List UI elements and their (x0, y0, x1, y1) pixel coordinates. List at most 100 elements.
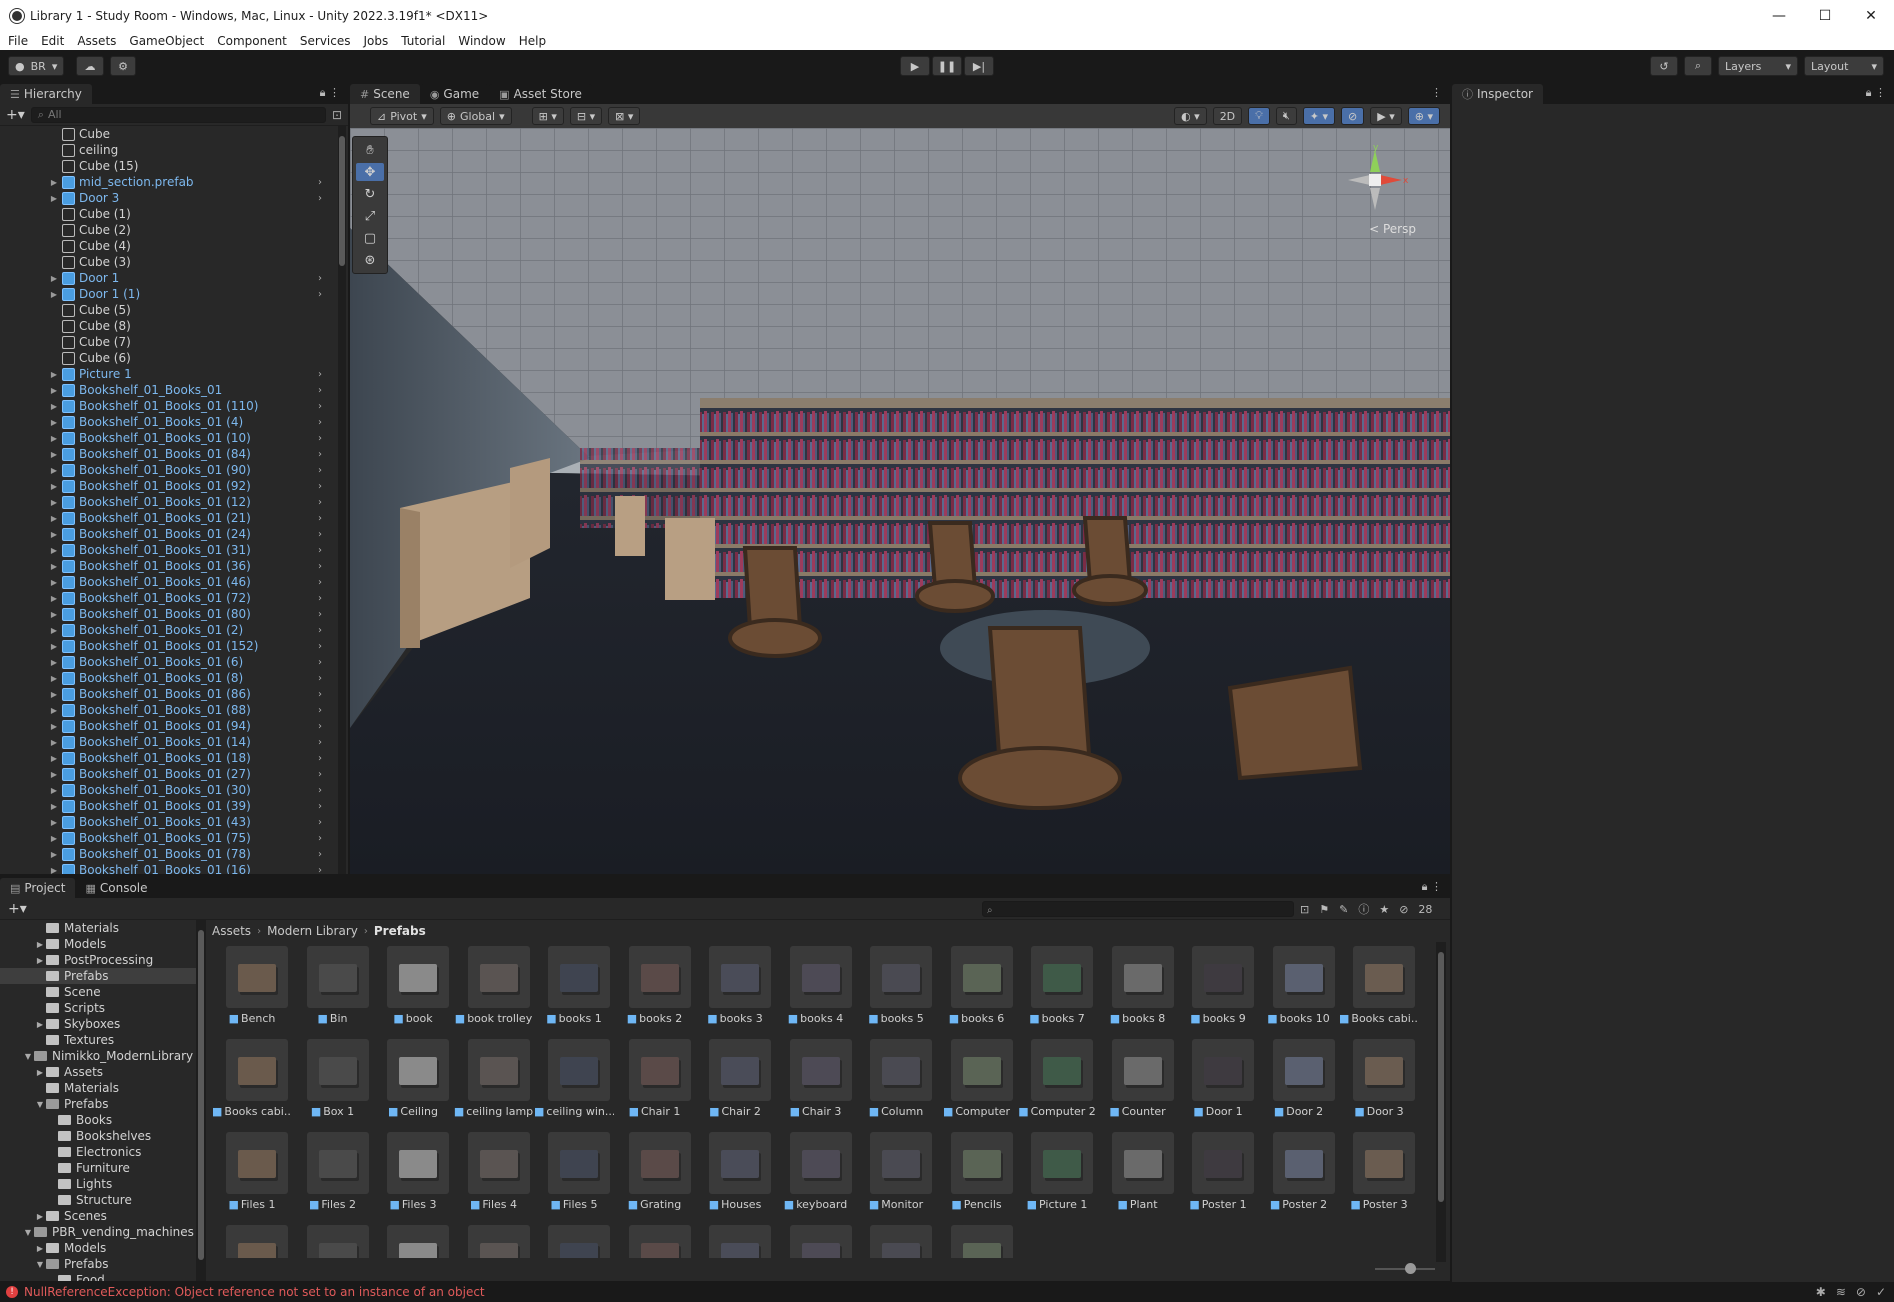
prefab-asset-tile[interactable]: ■ Door 3 (1339, 1039, 1419, 1131)
hierarchy-scroll-thumb[interactable] (339, 136, 345, 266)
tab-game[interactable]: ◉ Game (419, 84, 490, 104)
open-prefab-icon[interactable]: › (318, 545, 322, 556)
hierarchy-item[interactable]: ▶ Bookshelf_01_Books_01 (75) › (0, 830, 334, 846)
tree-scroll-thumb[interactable] (198, 930, 204, 1260)
prefab-asset-tile[interactable]: ■ ceiling lamp (454, 1039, 534, 1131)
folder-tree-item[interactable]: ▼ PBR_vending_machines (0, 1224, 196, 1240)
menu-jobs[interactable]: Jobs (364, 34, 389, 48)
expand-arrow-icon[interactable]: ▼ (34, 1100, 46, 1109)
hierarchy-item[interactable]: ▶ Bookshelf_01_Books_01 (16) › (0, 862, 334, 874)
expand-arrow-icon[interactable]: ▶ (48, 802, 60, 811)
prefab-asset-tile[interactable]: ■ Column (856, 1039, 936, 1131)
open-prefab-icon[interactable]: › (318, 529, 322, 540)
expand-arrow-icon[interactable]: ▶ (48, 658, 60, 667)
scene-visibility-icon[interactable]: ⊡ (332, 108, 342, 122)
layers-dropdown[interactable]: Layers ▾ (1718, 56, 1798, 76)
expand-arrow-icon[interactable]: ▶ (34, 1020, 46, 1029)
expand-arrow-icon[interactable]: ▶ (48, 562, 60, 571)
prefab-asset-tile[interactable]: ■ books 4 (776, 946, 856, 1038)
expand-arrow-icon[interactable]: ▶ (34, 1212, 46, 1221)
gizmos-dropdown[interactable]: ⊕ ▾ (1407, 107, 1440, 125)
prefab-asset-tile[interactable]: ■ Poster 2 (1259, 1132, 1339, 1224)
hierarchy-item[interactable]: ▶ Bookshelf_01_Books_01 (14) › (0, 734, 334, 750)
prefab-asset-tile[interactable]: ■ keyboard (776, 1132, 856, 1224)
expand-arrow-icon[interactable]: ▶ (48, 770, 60, 779)
open-prefab-icon[interactable]: › (318, 465, 322, 476)
folder-tree-item[interactable]: Structure (0, 1192, 196, 1208)
expand-arrow-icon[interactable]: ▶ (48, 290, 60, 299)
folder-tree-item[interactable]: ▶ Assets (0, 1064, 196, 1080)
prefab-asset-tile[interactable] (534, 1225, 614, 1258)
open-prefab-icon[interactable]: › (318, 609, 322, 620)
hierarchy-item[interactable]: Cube (3) (0, 254, 334, 270)
folder-tree-item[interactable]: Books (0, 1112, 196, 1128)
open-prefab-icon[interactable]: › (318, 561, 322, 572)
hierarchy-item[interactable]: ▶ Door 3 › (0, 190, 334, 206)
rotate-tool-icon[interactable]: ↻ (356, 185, 384, 203)
menu-assets[interactable]: Assets (77, 34, 116, 48)
open-prefab-icon[interactable]: › (318, 433, 322, 444)
type-filter-icon[interactable]: ⚑ (1319, 903, 1329, 916)
menu-help[interactable]: Help (519, 34, 546, 48)
cache-icon[interactable]: ⊘ (1856, 1285, 1866, 1299)
expand-arrow-icon[interactable]: ▶ (48, 594, 60, 603)
move-tool-icon[interactable]: ✥ (356, 163, 384, 181)
menu-services[interactable]: Services (300, 34, 351, 48)
menu-component[interactable]: Component (217, 34, 287, 48)
prefab-asset-tile[interactable]: ■ book trolley (454, 946, 534, 1038)
folder-tree-item[interactable]: Textures (0, 1032, 196, 1048)
hierarchy-item[interactable]: ▶ Bookshelf_01_Books_01 (86) › (0, 686, 334, 702)
prefab-asset-tile[interactable] (454, 1225, 534, 1258)
collab-button[interactable]: ⚙ (110, 56, 136, 76)
folder-tree-item[interactable]: Materials (0, 920, 196, 936)
open-prefab-icon[interactable]: › (318, 513, 322, 524)
open-prefab-icon[interactable]: › (318, 625, 322, 636)
expand-arrow-icon[interactable]: ▶ (48, 530, 60, 539)
hierarchy-item[interactable]: Cube (1) (0, 206, 334, 222)
expand-arrow-icon[interactable]: ▶ (48, 450, 60, 459)
open-prefab-icon[interactable]: › (318, 657, 322, 668)
breadcrumb-prefabs[interactable]: Prefabs (374, 924, 426, 938)
open-prefab-icon[interactable]: › (318, 721, 322, 732)
search-button[interactable]: ⌕ (1684, 56, 1712, 76)
menu-tutorial[interactable]: Tutorial (401, 34, 445, 48)
expand-arrow-icon[interactable]: ▶ (48, 834, 60, 843)
toggle-2d-button[interactable]: 2D (1212, 107, 1243, 125)
open-prefab-icon[interactable]: › (318, 737, 322, 748)
ruler-button[interactable]: ⊠ ▾ (608, 107, 641, 125)
open-prefab-icon[interactable]: › (318, 193, 322, 204)
expand-arrow-icon[interactable]: ▼ (34, 1260, 46, 1269)
scene-viewport[interactable]: ✋︎ ✥ ↻ ⤢ ▢ ⊛ y x < Persp (350, 128, 1450, 874)
tab-project[interactable]: ▤ Project (0, 878, 76, 898)
prefab-asset-tile[interactable]: ■ books 2 (615, 946, 695, 1038)
prefab-asset-tile[interactable] (937, 1225, 1017, 1258)
slider-knob[interactable] (1405, 1263, 1416, 1274)
bug-icon[interactable]: ✱ (1816, 1285, 1826, 1299)
hierarchy-item[interactable]: ▶ Bookshelf_01_Books_01 (80) › (0, 606, 334, 622)
add-icon[interactable]: +▾ (6, 107, 25, 123)
prefab-asset-tile[interactable]: ■ Ceiling (373, 1039, 453, 1131)
label-filter-icon[interactable]: ✎ (1339, 903, 1348, 916)
account-dropdown[interactable]: ● BR ▾ (8, 56, 65, 76)
menu-window[interactable]: Window (458, 34, 505, 48)
hierarchy-item[interactable]: ▶ Bookshelf_01_Books_01 (21) › (0, 510, 334, 526)
hand-tool-icon[interactable]: ✋︎ (356, 141, 384, 159)
camera-dropdown[interactable]: ▶ ▾ (1370, 107, 1402, 125)
prefab-asset-tile[interactable]: ■ Plant (1098, 1132, 1178, 1224)
prefab-asset-tile[interactable]: ■ Chair 3 (776, 1039, 856, 1131)
folder-tree-item[interactable]: Materials (0, 1080, 196, 1096)
lock-icon[interactable]: 🔒︎ ⋮ (1422, 880, 1442, 894)
open-prefab-icon[interactable]: › (318, 401, 322, 412)
expand-arrow-icon[interactable]: ▶ (34, 1244, 46, 1253)
prefab-asset-tile[interactable] (695, 1225, 775, 1258)
prefab-asset-tile[interactable]: ■ Grating (615, 1132, 695, 1224)
save-search-icon[interactable]: ⊡ (1300, 903, 1309, 916)
hierarchy-item[interactable]: ▶ Door 1 › (0, 270, 334, 286)
prefab-asset-tile[interactable]: ■ books 8 (1098, 946, 1178, 1038)
prefab-asset-tile[interactable]: ■ Chair 2 (695, 1039, 775, 1131)
projection-label[interactable]: < Persp (1369, 222, 1416, 236)
prefab-asset-tile[interactable]: ■ Houses (695, 1132, 775, 1224)
more-icon[interactable]: ⋮ (1431, 86, 1442, 99)
history-button[interactable]: ↺ (1650, 56, 1678, 76)
prefab-asset-tile[interactable]: ■ Door 1 (1178, 1039, 1258, 1131)
